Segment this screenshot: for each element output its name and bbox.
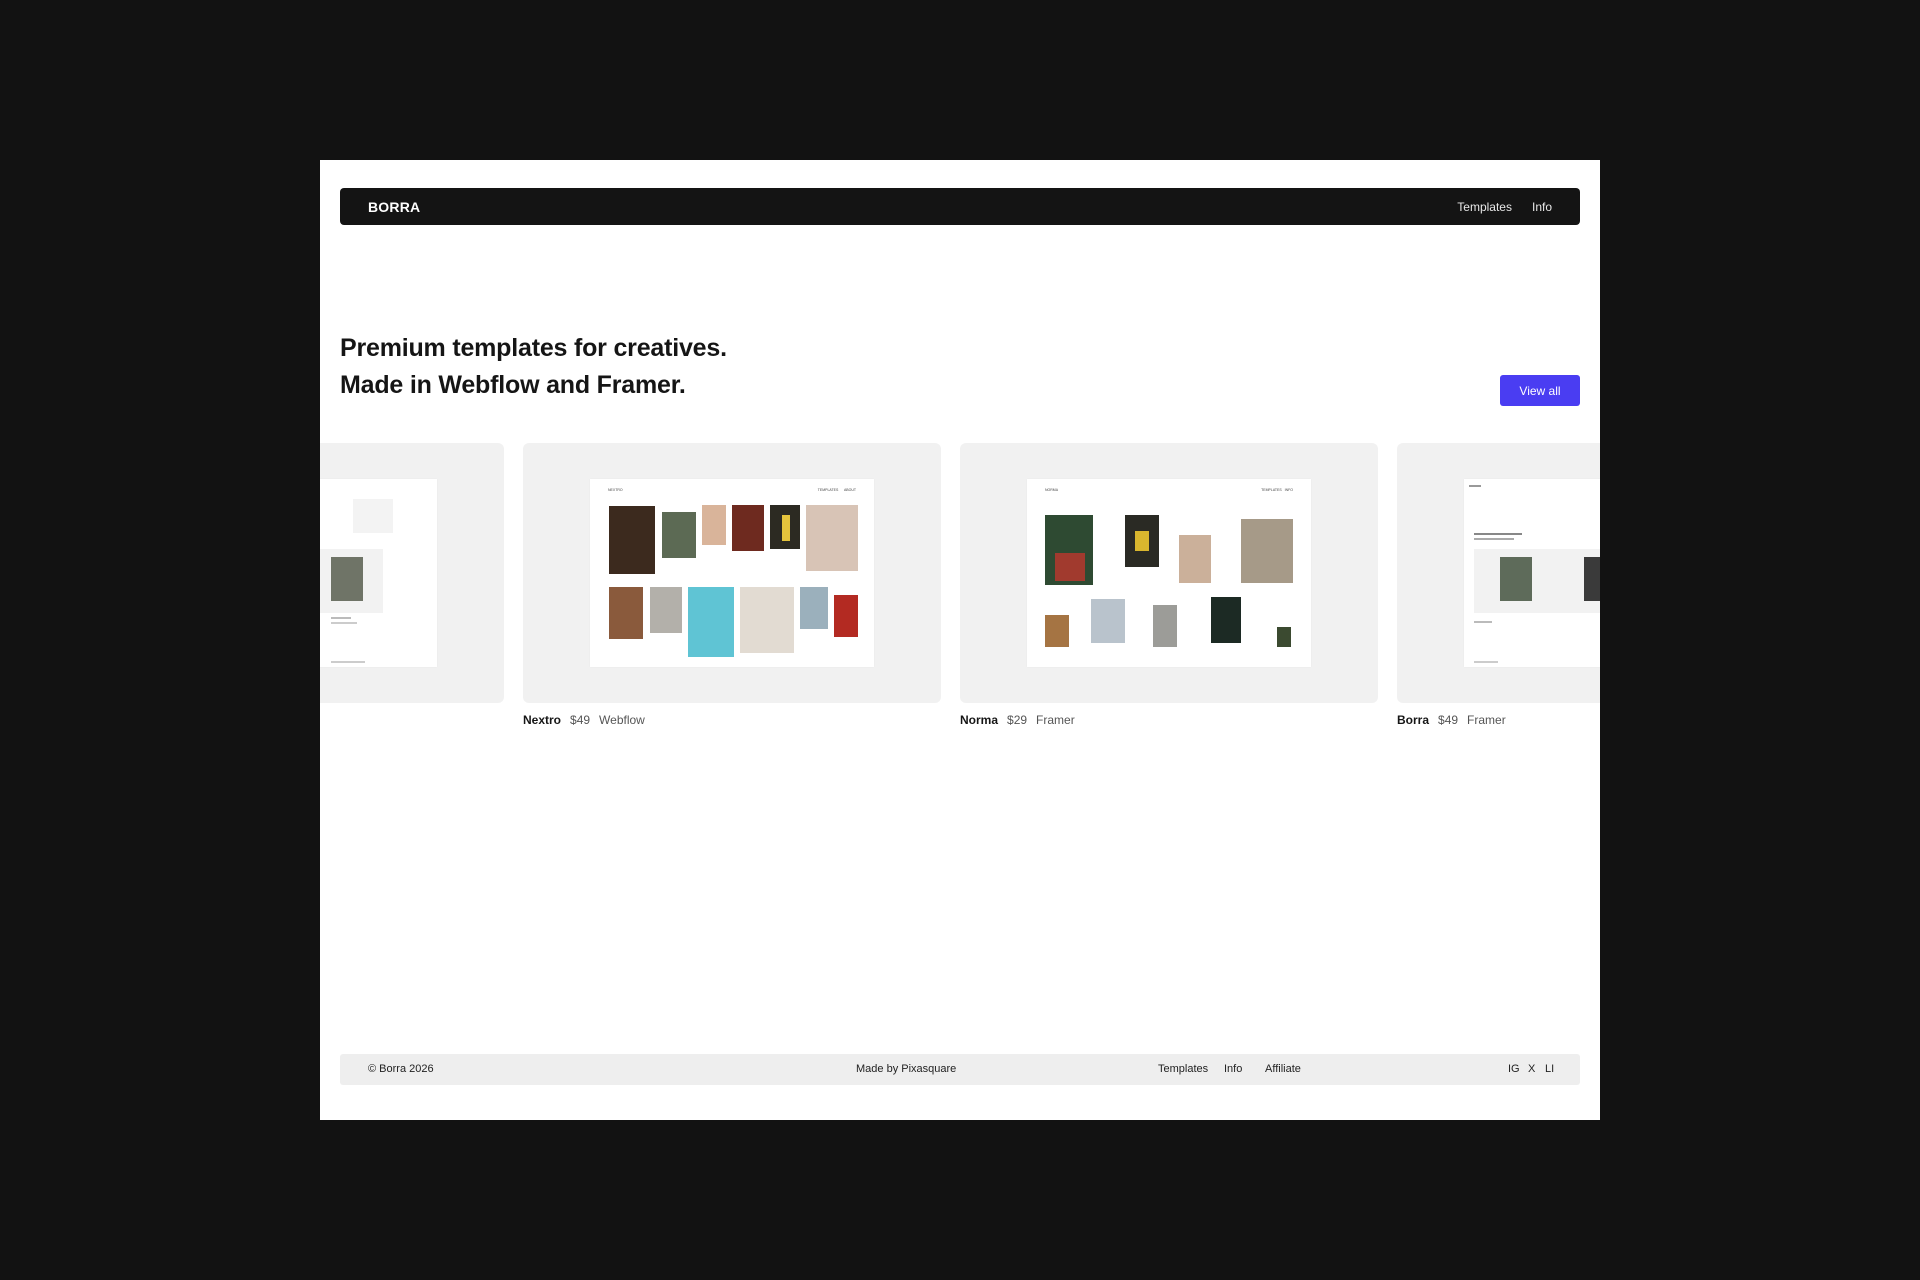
preview-photo bbox=[650, 587, 682, 633]
top-navbar: BORRA Templates Info bbox=[340, 188, 1580, 225]
preview-photo bbox=[834, 595, 858, 637]
preview-text-line bbox=[1474, 621, 1492, 623]
template-thumbnail[interactable] bbox=[1397, 443, 1600, 703]
preview-photo bbox=[1135, 531, 1149, 551]
template-thumbnail[interactable]: NORMA TEMPLATES INFO bbox=[960, 443, 1378, 703]
template-price: $49 bbox=[570, 713, 591, 727]
template-card-partial-left[interactable] bbox=[320, 443, 504, 703]
template-platform: Framer bbox=[1036, 713, 1075, 727]
footer-bar: © Borra 2026 Made by Pixasquare Template… bbox=[340, 1054, 1580, 1085]
preview-panel bbox=[353, 499, 393, 533]
preview-photo bbox=[1277, 627, 1291, 647]
preview-text-line bbox=[331, 622, 357, 624]
view-all-button[interactable]: View all bbox=[1500, 375, 1580, 406]
template-preview: NEXTRO TEMPLATES ABOUT bbox=[590, 479, 874, 667]
template-preview bbox=[1464, 479, 1600, 667]
preview-photo bbox=[1179, 535, 1211, 583]
template-meta: Norma $29 Framer bbox=[960, 713, 1378, 727]
linkedin-link[interactable]: LI bbox=[1545, 1063, 1554, 1075]
preview-photo bbox=[1055, 553, 1085, 581]
preview-header: NORMA TEMPLATES INFO bbox=[1045, 488, 1293, 492]
preview-photo bbox=[702, 505, 726, 545]
preview-text-line bbox=[1469, 485, 1481, 487]
nav-link-templates[interactable]: Templates bbox=[1457, 200, 1512, 214]
preview-text-line bbox=[1474, 661, 1498, 663]
nav-links: Templates Info bbox=[1457, 200, 1552, 214]
browser-frame: BORRA Templates Info Premium templates f… bbox=[320, 160, 1600, 1120]
instagram-link[interactable]: IG bbox=[1508, 1063, 1520, 1075]
hero-heading: Premium templates for creatives. Made in… bbox=[340, 330, 727, 404]
footer-link-affiliate[interactable]: Affiliate bbox=[1265, 1063, 1301, 1075]
preview-text-line bbox=[331, 617, 351, 619]
template-meta: Borra $49 Framer bbox=[1397, 713, 1600, 727]
preview-photo bbox=[732, 505, 764, 551]
preview-photo bbox=[782, 515, 790, 541]
template-name[interactable]: Nextro bbox=[523, 713, 561, 727]
preview-photo bbox=[609, 506, 655, 574]
template-thumbnail[interactable]: NEXTRO TEMPLATES ABOUT bbox=[523, 443, 941, 703]
hero-line-1: Premium templates for creatives. bbox=[340, 334, 727, 362]
template-platform: Webflow bbox=[599, 713, 645, 727]
preview-photo bbox=[1211, 597, 1241, 643]
template-price: $49 bbox=[1438, 713, 1459, 727]
template-platform: Framer bbox=[1467, 713, 1506, 727]
footer-link-templates[interactable]: Templates bbox=[1158, 1063, 1208, 1075]
preview-photo bbox=[1584, 557, 1600, 601]
template-thumbnail[interactable] bbox=[320, 443, 504, 703]
preview-text-line bbox=[1474, 533, 1522, 535]
template-preview bbox=[320, 479, 437, 667]
preview-photo bbox=[1241, 519, 1293, 583]
preview-photo bbox=[1153, 605, 1177, 647]
template-price: $29 bbox=[1007, 713, 1028, 727]
preview-header: NEXTRO TEMPLATES ABOUT bbox=[608, 488, 856, 492]
preview-photo bbox=[1045, 615, 1069, 647]
x-link[interactable]: X bbox=[1528, 1063, 1535, 1075]
template-card-nextro[interactable]: NEXTRO TEMPLATES ABOUT Nextro $49 Webflow bbox=[523, 443, 941, 727]
preview-photo bbox=[609, 587, 643, 639]
hero-line-2: Made in Webflow and Framer. bbox=[340, 371, 686, 399]
footer-link-info[interactable]: Info bbox=[1224, 1063, 1242, 1075]
footer-copyright: © Borra 2026 bbox=[368, 1063, 434, 1075]
preview-text-line bbox=[1474, 538, 1514, 540]
template-name[interactable]: Borra bbox=[1397, 713, 1429, 727]
preview-photo bbox=[740, 587, 794, 653]
footer-credit-link[interactable]: Made by Pixasquare bbox=[856, 1063, 956, 1075]
brand-logo[interactable]: BORRA bbox=[368, 199, 420, 215]
preview-photo bbox=[662, 512, 696, 558]
preview-photo bbox=[688, 587, 734, 657]
template-card-norma[interactable]: NORMA TEMPLATES INFO Norma $29 Framer bbox=[960, 443, 1378, 727]
template-preview: NORMA TEMPLATES INFO bbox=[1027, 479, 1311, 667]
preview-photo bbox=[1500, 557, 1532, 601]
preview-photo bbox=[800, 587, 828, 629]
template-name[interactable]: Norma bbox=[960, 713, 998, 727]
template-meta: Nextro $49 Webflow bbox=[523, 713, 941, 727]
nav-link-info[interactable]: Info bbox=[1532, 200, 1552, 214]
preview-text-line bbox=[331, 661, 365, 663]
preview-photo bbox=[806, 505, 858, 571]
preview-photo bbox=[331, 557, 363, 601]
preview-photo bbox=[1091, 599, 1125, 643]
template-card-borra[interactable]: Borra $49 Framer bbox=[1397, 443, 1600, 727]
